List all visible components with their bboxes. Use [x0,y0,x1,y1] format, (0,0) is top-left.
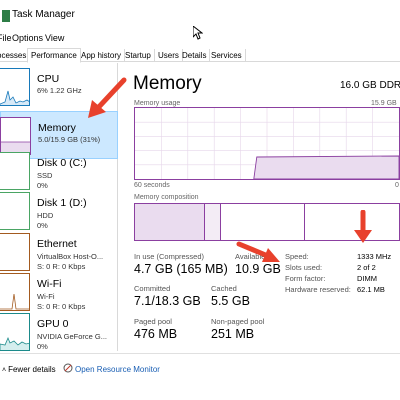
memory-detail-panel: Memory 16.0 GB DDR3 Memory usage 15.9 GB… [120,63,400,353]
annotation-arrow [354,210,372,243]
sidebar-item-title: Disk 0 (C:) [37,157,87,169]
tab-details[interactable]: Details [179,49,211,62]
cached-value: 5.5 GB [211,294,250,308]
ethernet-thumbnail-graph [0,233,30,271]
sidebar-item-sub2: 0% [37,342,48,351]
nonpaged-pool-value: 251 MB [211,327,255,341]
cursor-icon [192,24,204,42]
tab-app-history[interactable]: App history [78,49,126,62]
gpu-thumbnail-graph [0,313,30,351]
menu-view[interactable]: View [45,33,64,43]
memory-total: 16.0 GB DDR3 [340,80,400,91]
hardware-reserved-value: 62.1 MB [357,285,385,294]
menu-file[interactable]: File [0,33,12,43]
tab-processes[interactable]: Processes [0,49,31,62]
composition-in-use [135,204,205,240]
annotation-arrow [236,241,280,262]
paged-pool-value: 476 MB [134,327,178,341]
sidebar-item-title: CPU [37,73,60,85]
sidebar-item-sub: NVIDIA GeForce G... [37,332,108,341]
nonpaged-pool-label: Non-paged pool [211,317,265,326]
cached-label: Cached [211,284,237,293]
resource-monitor-icon [63,363,73,375]
wifi-thumbnail-graph [0,273,30,311]
graph-time-right: 0 [395,182,399,189]
page-title: Memory [133,73,202,94]
committed-value: 7.1/18.3 GB [134,294,201,308]
tab-startup[interactable]: Startup [122,49,155,62]
cpu-thumbnail-graph [0,68,30,106]
disk0-thumbnail-graph [0,152,30,190]
fewer-details-label: Fewer details [8,365,56,374]
speed-label: Speed: [285,252,309,261]
sidebar-item-title: Ethernet [37,238,77,250]
sidebar-item-sub: 6% 1.22 GHz [37,86,82,95]
menu-options[interactable]: Options [12,33,43,43]
fewer-details-button[interactable]: ˄ Fewer details [2,365,56,374]
tab-performance[interactable]: Performance [27,48,81,63]
usage-graph-max: 15.9 GB [371,100,397,107]
memory-usage-graph [134,107,400,180]
speed-value: 1333 MHz [357,252,392,261]
sidebar-item-title: GPU 0 [37,318,69,330]
hardware-reserved-label: Hardware reserved: [285,285,351,294]
memory-usage-plot [135,108,400,180]
composition-modified [205,204,221,240]
slots-label: Slots used: [285,263,323,272]
sidebar-item-sub: VirtualBox Host-O... [37,252,104,261]
sidebar-item-sub: 5.0/15.9 GB (31%) [38,135,101,144]
window-title: Task Manager [12,9,75,20]
footer-bar: ˄ Fewer details Open Resource Monitor [0,353,400,383]
paged-pool-label: Paged pool [134,317,172,326]
in-use-value: 4.7 GB (165 MB) [134,262,228,276]
chevron-up-icon: ˄ [2,367,7,374]
sidebar-item-sub: SSD [37,171,53,180]
composition-label: Memory composition [134,194,199,201]
sidebar-item-gpu0[interactable]: GPU 0 NVIDIA GeForce G... 0% [0,308,118,356]
in-use-label: In use (Compressed) [134,252,205,261]
usage-graph-label: Memory usage [134,100,181,107]
sidebar-item-title: Wi-Fi [37,278,62,290]
disk1-thumbnail-graph [0,192,30,230]
sidebar-item-title: Disk 1 (D:) [37,197,87,209]
open-resource-monitor-link[interactable]: Open Resource Monitor [75,365,160,374]
form-factor-value: DIMM [357,274,377,283]
task-manager-icon [2,10,10,22]
composition-standby [221,204,305,240]
committed-label: Committed [134,284,171,293]
slots-value: 2 of 2 [357,263,376,272]
tab-bar: Processes Performance App history Startu… [0,48,400,63]
form-factor-label: Form factor: [285,274,326,283]
annotation-arrow [88,77,127,118]
tab-services[interactable]: Services [208,49,246,62]
sidebar-item-sub: HDD [37,211,54,220]
sidebar-item-sub: Wi-Fi [37,292,55,301]
sidebar-item-title: Memory [38,122,76,134]
memory-usage-area [253,155,400,180]
graph-time-left: 60 seconds [134,182,170,189]
